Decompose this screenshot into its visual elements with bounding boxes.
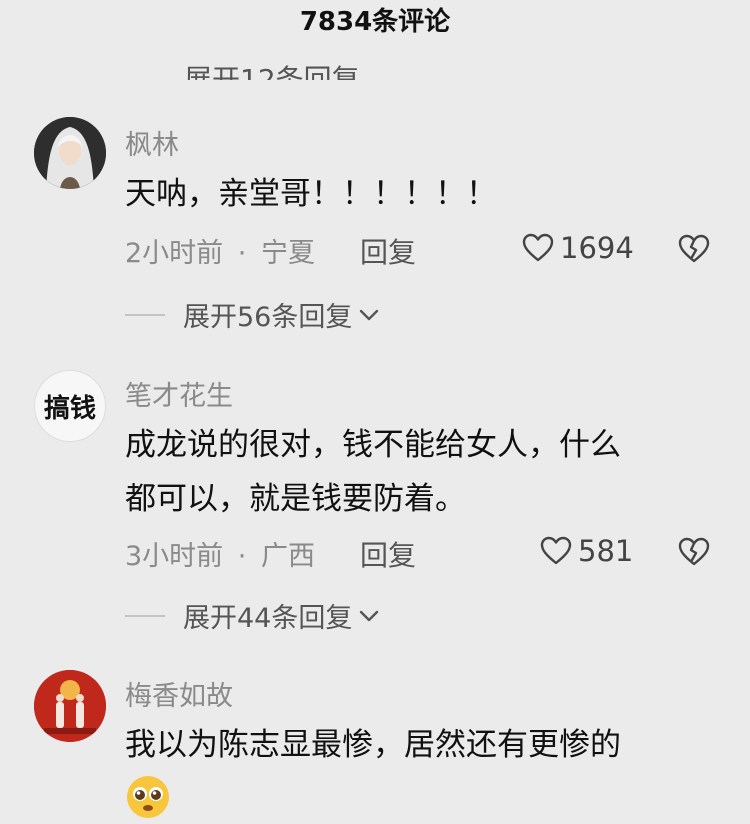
comment-location: 广西 [260, 541, 315, 572]
chevron-down-icon [360, 309, 379, 320]
comment-location: 宁夏 [260, 238, 315, 269]
like-count: 1694 [560, 231, 634, 265]
expand-label: 展开44条回复 [183, 603, 353, 634]
divider [125, 313, 165, 316]
comment-time: 2小时前 [125, 238, 224, 269]
page-title: 7834条评论 [299, 7, 451, 37]
like-button[interactable]: 581 [540, 534, 633, 568]
expand-replies[interactable]: 展开56条回复 [125, 295, 380, 334]
avatar-text: 搞钱 [43, 393, 96, 424]
dislike-button[interactable] [678, 537, 710, 571]
comment-meta: 3小时前 · 广西 [125, 534, 315, 573]
comment-text-line: 天呐，亲堂哥！！！！！！ [125, 176, 497, 212]
broken-heart-icon [678, 234, 710, 263]
comment-text: 天呐，亲堂哥！！！！！！ [125, 167, 725, 221]
comment-text-line: 成龙说的很对，钱不能给女人，什么 [125, 427, 621, 463]
avatar-image [34, 670, 106, 742]
previous-expand-replies[interactable]: 展开12条回复 [184, 52, 360, 80]
expand-replies[interactable]: 展开44条回复 [125, 596, 380, 635]
username[interactable]: 笔才花生 [125, 374, 233, 413]
comment-time: 3小时前 [125, 541, 224, 572]
username[interactable]: 枫林 [125, 123, 179, 162]
pleading-face-emoji [125, 774, 171, 820]
pleading-face-icon [127, 776, 169, 818]
avatar[interactable] [34, 670, 106, 742]
comment-text-line: 都可以，就是钱要防着。 [125, 481, 466, 517]
avatar-image [34, 117, 106, 189]
expand-label: 展开56条回复 [183, 302, 353, 333]
heart-outline-icon [540, 536, 572, 565]
comment-text: 成龙说的很对，钱不能给女人，什么 都可以，就是钱要防着。 [125, 418, 725, 526]
reply-button[interactable]: 回复 [360, 534, 416, 574]
reply-button[interactable]: 回复 [360, 231, 416, 271]
like-count: 581 [578, 534, 634, 568]
like-button[interactable]: 1694 [522, 231, 634, 265]
meta-separator: · [237, 541, 247, 572]
heart-outline-icon [522, 233, 554, 262]
broken-heart-icon [678, 537, 710, 566]
dislike-button[interactable] [678, 234, 710, 268]
comment-text: 我以为陈志显最惨，居然还有更惨的 [125, 718, 725, 772]
avatar[interactable]: 搞钱 [34, 370, 106, 442]
avatar[interactable] [34, 117, 106, 189]
chevron-down-icon [360, 610, 379, 621]
username[interactable]: 梅香如故 [125, 674, 233, 713]
comment-text-line: 我以为陈志显最惨，居然还有更惨的 [125, 727, 621, 763]
divider [125, 614, 165, 617]
meta-separator: · [237, 238, 247, 269]
comment-meta: 2小时前 · 宁夏 [125, 231, 315, 270]
